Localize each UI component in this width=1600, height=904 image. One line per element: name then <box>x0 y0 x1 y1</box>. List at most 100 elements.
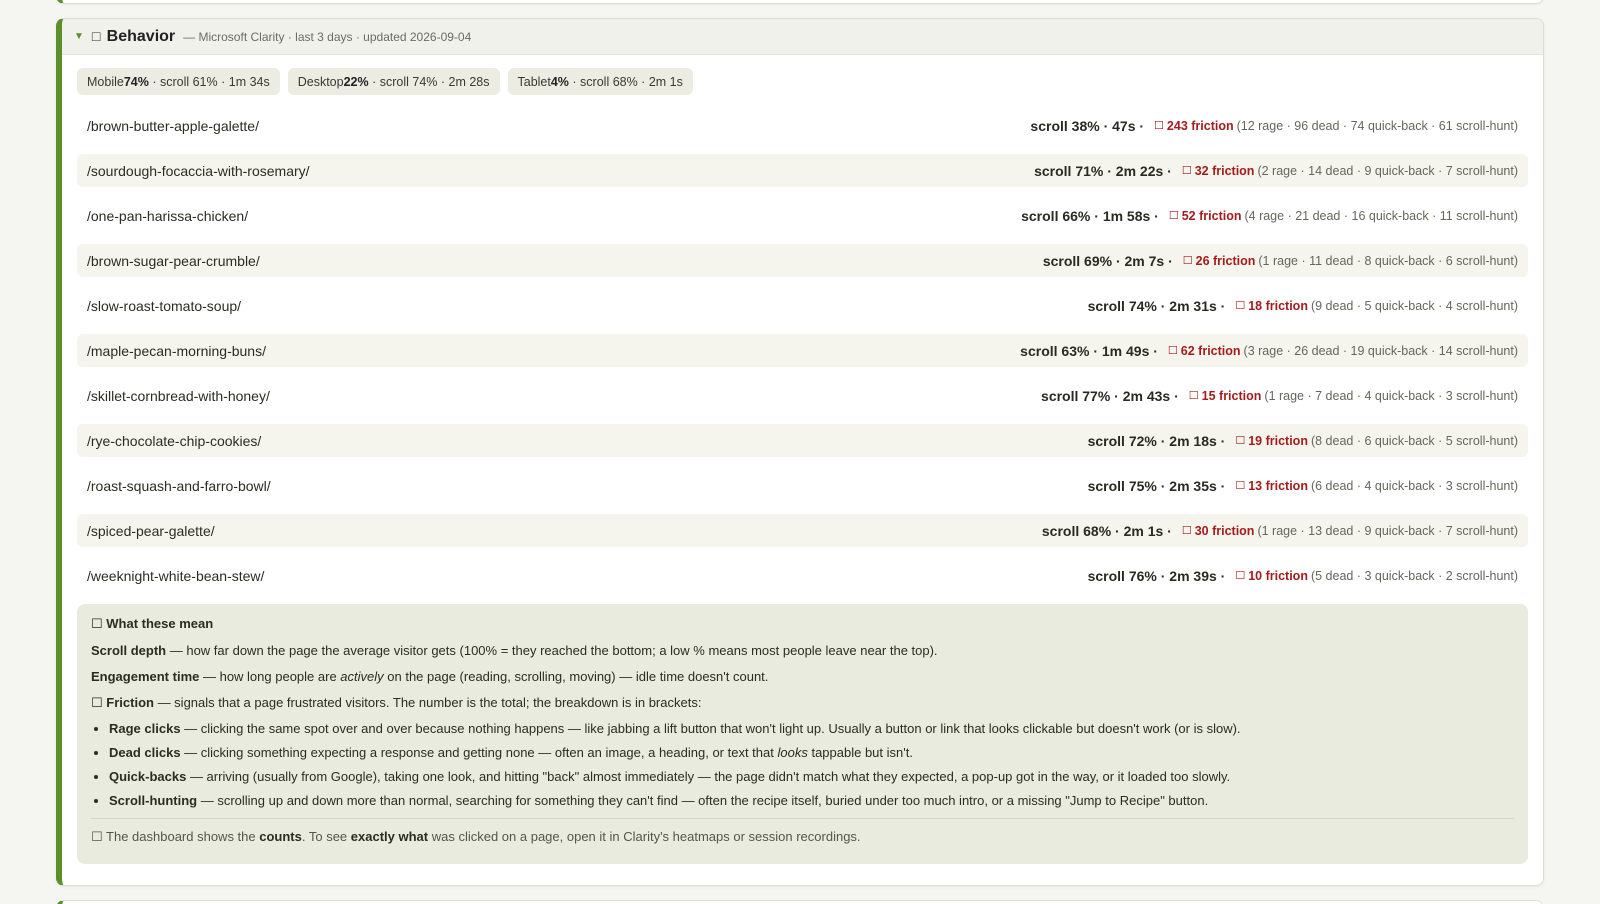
legend-scroll-hunting: Scroll-hunting — scrolling up and down m… <box>109 793 1514 808</box>
friction-icon: ☐ <box>91 695 107 710</box>
legend-title: What these mean <box>106 616 214 631</box>
behavior-section: ▼ ☐ Behavior — Microsoft Clarity · last … <box>56 18 1544 886</box>
legend-dead-clicks: Dead clicks — clicking something expecti… <box>109 745 1514 760</box>
scroll-engagement-summary: scroll 75% · 2m 35s · <box>1087 477 1226 494</box>
page-row[interactable]: /one-pan-harissa-chicken/scroll 66% · 1m… <box>77 199 1528 232</box>
page-row[interactable]: /brown-butter-apple-galette/scroll 38% ·… <box>77 109 1528 142</box>
page-path[interactable]: /spiced-pear-galette/ <box>87 523 215 539</box>
legend-scroll-depth: Scroll depth — how far down the page the… <box>91 643 938 658</box>
friction-breakdown: (1 rage · 11 dead · 8 quick-back · 6 scr… <box>1258 253 1518 268</box>
friction-breakdown: (9 dead · 5 quick-back · 4 scroll-hunt) <box>1310 298 1518 313</box>
page-row[interactable]: /roast-squash-and-farro-bowl/scroll 75% … <box>77 469 1528 502</box>
warning-icon: ☐ <box>1235 435 1246 447</box>
page-metrics: scroll 68% · 2m 1s · ☐ 30 friction (1 rage … <box>1042 523 1518 539</box>
friction-breakdown: (5 dead · 3 quick-back · 2 scroll-hunt) <box>1310 568 1518 583</box>
friction-total: 30 friction <box>1194 523 1255 538</box>
page-path[interactable]: /slow-roast-tomato-soup/ <box>87 298 241 314</box>
page-row[interactable]: /maple-pecan-morning-buns/scroll 63% · 1… <box>77 334 1528 367</box>
warning-icon: ☐ <box>1168 210 1179 222</box>
friction-total: 10 friction <box>1248 568 1308 583</box>
friction-total: 18 friction <box>1248 298 1308 313</box>
legend-panel: ☐ What these mean Scroll depth — how far… <box>77 604 1528 864</box>
info-icon: ☐ <box>91 616 107 631</box>
scroll-engagement-summary: scroll 77% · 2m 43s · <box>1041 387 1179 404</box>
previous-section-card <box>56 0 1544 4</box>
scroll-engagement-summary: scroll 72% · 2m 18s · <box>1087 432 1226 449</box>
page-path[interactable]: /roast-squash-and-farro-bowl/ <box>87 478 271 494</box>
page-metrics: scroll 71% · 2m 22s · ☐ 32 friction (2 rage… <box>1034 163 1518 179</box>
page-path[interactable]: /skillet-cornbread-with-honey/ <box>87 388 270 404</box>
page-path[interactable]: /brown-sugar-pear-crumble/ <box>87 253 260 269</box>
scroll-engagement-summary: scroll 76% · 2m 39s · <box>1087 567 1226 584</box>
scroll-engagement-summary: scroll 74% · 2m 31s · <box>1087 297 1226 314</box>
section-header[interactable]: ▼ ☐ Behavior — Microsoft Clarity · last … <box>62 19 1543 55</box>
friction-total: 243 friction <box>1166 118 1234 133</box>
friction-total: 62 friction <box>1180 343 1241 358</box>
friction-total: 52 friction <box>1181 208 1242 223</box>
page-path[interactable]: /brown-butter-apple-galette/ <box>87 118 259 134</box>
friction-breakdown: (8 dead · 6 quick-back · 5 scroll-hunt) <box>1310 433 1518 448</box>
warning-icon: ☐ <box>1188 390 1199 402</box>
legend-friction: ☐ Friction — signals that a page frustra… <box>91 695 702 710</box>
page-row[interactable]: /spiced-pear-galette/scroll 68% · 2m 1s … <box>77 514 1528 547</box>
scroll-engagement-summary: scroll 63% · 1m 49s · <box>1020 342 1158 359</box>
legend-note: ☐ The dashboard shows the counts. To see… <box>91 818 1514 844</box>
page-metrics: scroll 69% · 2m 7s · ☐ 26 friction (1 rage … <box>1043 253 1518 269</box>
warning-icon: ☐ <box>1235 570 1246 582</box>
scroll-engagement-summary: scroll 66% · 1m 58s · <box>1021 207 1159 224</box>
page-path[interactable]: /sourdough-focaccia-with-rosemary/ <box>87 163 310 179</box>
page-list: /brown-butter-apple-galette/scroll 38% ·… <box>77 109 1528 592</box>
page-path[interactable]: /rye-chocolate-chip-cookies/ <box>87 433 261 449</box>
device-breakdown: Mobile 74% · scroll 61% · 1m 34s Desktop… <box>77 68 1528 95</box>
friction-breakdown: (1 rage · 7 dead · 4 quick-back · 3 scro… <box>1264 388 1518 403</box>
page-metrics: scroll 72% · 2m 18s · ☐ 19 friction (8 dead… <box>1088 433 1518 449</box>
page-row[interactable]: /sourdough-focaccia-with-rosemary/scroll… <box>77 154 1528 187</box>
section-subtitle: — Microsoft Clarity · last 3 days · upda… <box>183 29 472 44</box>
warning-icon: ☐ <box>1181 525 1192 537</box>
section-title: Behavior <box>106 27 176 45</box>
friction-breakdown: (2 rage · 14 dead · 9 quick-back · 7 scr… <box>1257 163 1518 178</box>
warning-icon: ☐ <box>1167 345 1178 357</box>
page-path[interactable]: /one-pan-harissa-chicken/ <box>87 208 248 224</box>
friction-total: 32 friction <box>1194 163 1255 178</box>
warning-icon: ☐ <box>1235 480 1246 492</box>
scroll-engagement-summary: scroll 71% · 2m 22s · <box>1034 162 1172 179</box>
friction-types-list: Rage clicks — clicking the same spot ove… <box>109 721 1514 808</box>
scroll-engagement-summary: scroll 38% · 47s · <box>1030 117 1145 134</box>
friction-total: 13 friction <box>1248 478 1308 493</box>
page-metrics: scroll 66% · 1m 58s · ☐ 52 friction (4 rage… <box>1021 208 1518 224</box>
warning-icon: ☐ <box>1154 120 1164 132</box>
page-row[interactable]: /brown-sugar-pear-crumble/scroll 69% · 2… <box>77 244 1528 277</box>
page-row[interactable]: /slow-roast-tomato-soup/scroll 74% · 2m … <box>77 289 1528 322</box>
warning-icon: ☐ <box>1182 255 1193 267</box>
device-chip-tablet: Tablet 4% · scroll 68% · 2m 1s <box>507 68 693 95</box>
scroll-engagement-summary: scroll 68% · 2m 1s · <box>1041 522 1172 539</box>
warning-icon: ☐ <box>1235 300 1246 312</box>
device-chip-desktop: Desktop 22% · scroll 74% · 2m 28s <box>287 68 500 95</box>
scroll-engagement-summary: scroll 69% · 2m 7s · <box>1042 252 1173 269</box>
pointer-icon: ☐ <box>90 29 102 44</box>
chevron-down-icon[interactable]: ▼ <box>74 31 84 42</box>
friction-breakdown: (6 dead · 4 quick-back · 3 scroll-hunt) <box>1310 478 1518 493</box>
legend-engagement-time: Engagement time — how long people are ac… <box>91 669 769 684</box>
page-row[interactable]: /rye-chocolate-chip-cookies/scroll 72% ·… <box>77 424 1528 457</box>
friction-breakdown: (12 rage · 96 dead · 74 quick-back · 61 … <box>1236 118 1518 133</box>
page-path[interactable]: /weeknight-white-bean-stew/ <box>87 568 264 584</box>
page-path[interactable]: /maple-pecan-morning-buns/ <box>87 343 266 359</box>
legend-quick-backs: Quick-backs — arriving (usually from Goo… <box>109 769 1514 784</box>
page-row[interactable]: /skillet-cornbread-with-honey/scroll 77%… <box>77 379 1528 412</box>
friction-total: 15 friction <box>1201 388 1262 403</box>
page-metrics: scroll 38% · 47s · ☐ 243 friction (12 rage … <box>1030 118 1518 134</box>
page-metrics: scroll 74% · 2m 31s · ☐ 18 friction (9 dead… <box>1088 298 1518 314</box>
page-metrics: scroll 76% · 2m 39s · ☐ 10 friction (5 dead… <box>1088 568 1518 584</box>
page-metrics: scroll 63% · 1m 49s · ☐ 62 friction (3 rage… <box>1020 343 1518 359</box>
legend-rage-clicks: Rage clicks — clicking the same spot ove… <box>109 721 1514 736</box>
next-section-card <box>56 900 1544 904</box>
tip-icon: ☐ <box>91 829 107 844</box>
page-row[interactable]: /weeknight-white-bean-stew/scroll 76% · … <box>77 559 1528 592</box>
friction-total: 19 friction <box>1248 433 1308 448</box>
device-chip-mobile: Mobile 74% · scroll 61% · 1m 34s <box>77 68 280 95</box>
friction-total: 26 friction <box>1195 253 1256 268</box>
warning-icon: ☐ <box>1181 165 1192 177</box>
page-metrics: scroll 77% · 2m 43s · ☐ 15 friction (1 rage… <box>1041 388 1518 404</box>
